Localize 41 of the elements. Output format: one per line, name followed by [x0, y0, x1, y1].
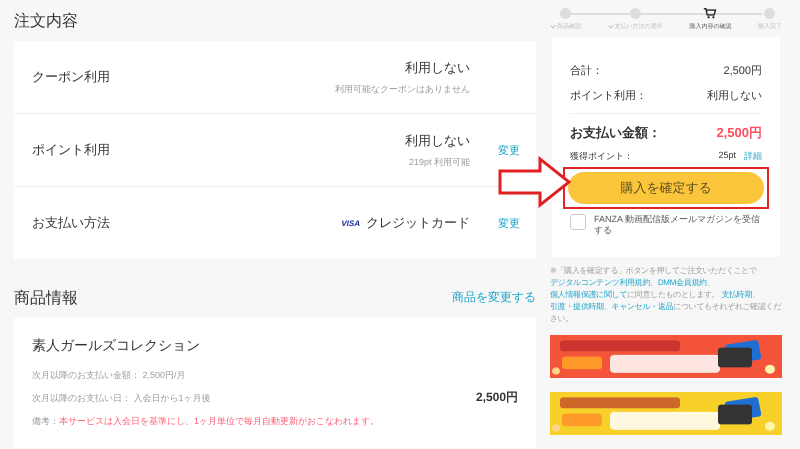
confirm-purchase-button[interactable]: 購入を確定する [568, 172, 764, 204]
section-title: 商品情報 [14, 288, 78, 309]
section-title: 注文内容 [14, 12, 79, 32]
product-price: 2,500円 [476, 389, 518, 406]
terms-text: ※「購入を確定する」ボタンを押してご注文いただくことで デジタルコンテンツ利用規約、DMM会員規約、 個人情報保護に関してに同意したものとします。 支払時期、 引渡・提供時期、キャンセル・返品についてもそれぞれご確認ください。 [550, 264, 782, 325]
change-link[interactable]: 変更 [498, 216, 520, 230]
product-name: 素人ガールズコレクション [32, 337, 201, 355]
points-value: 25pt [718, 150, 736, 162]
summary-value: 2,500円 [723, 64, 762, 78]
summary-label: 合計： [570, 64, 603, 78]
row-note: 利用可能なクーポンはありません [335, 82, 470, 96]
row-label: ポイント利用 [32, 141, 111, 159]
remark-label: 備考： [32, 416, 59, 426]
change-product-link[interactable]: 商品を変更する [452, 289, 536, 306]
product-detail: 次月以降のお支払い金額： 2,500円/月 [32, 369, 187, 382]
summary-value: 利用しない [707, 89, 762, 104]
summary-label: ポイント利用： [570, 89, 647, 104]
newsletter-label: FANZA 動画配信版メールマガジンを受信する [594, 214, 762, 237]
row-label: お支払い方法 [32, 214, 111, 232]
terms-link[interactable]: DMM会員規約 [658, 278, 707, 287]
terms-link[interactable]: キャンセル・返品 [612, 302, 674, 311]
product-detail: 次月以降のお支払い日： 入会日から1ヶ月後 [32, 392, 212, 405]
check-icon [608, 24, 614, 29]
terms-link[interactable]: 引渡・提供時期 [550, 302, 604, 311]
points-label: 獲得ポイント： [570, 150, 633, 164]
terms-link[interactable]: 支払時期 [721, 290, 752, 299]
row-value: 利用しない [405, 132, 470, 150]
terms-link[interactable]: 個人情報保護に関して [550, 290, 628, 299]
check-icon [550, 24, 556, 29]
change-link[interactable]: 変更 [498, 142, 520, 158]
checkbox[interactable] [570, 214, 586, 230]
row-value: 利用しない [405, 58, 470, 76]
terms-link[interactable]: デジタルコンテンツ利用規約 [550, 278, 650, 287]
total-label: お支払い金額： [570, 124, 661, 142]
card-brand-logo: VISA [341, 218, 360, 228]
row-label: クーポン利用 [32, 68, 111, 86]
details-link[interactable]: 詳細 [744, 150, 762, 164]
row-note: 219pt 利用可能 [408, 156, 470, 168]
remark-text: 本サービスは入会日を基準にし、1ヶ月単位で毎月自動更新がおこなわれます。 [59, 416, 380, 426]
row-value: クレジットカード [366, 214, 470, 232]
total-value: 2,500円 [716, 124, 762, 142]
